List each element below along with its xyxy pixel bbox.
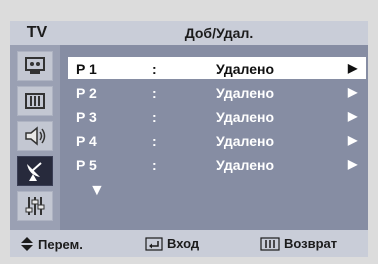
channel-row-p3[interactable]: P 3 : Удалено ▶ xyxy=(68,105,366,127)
channel-separator: : xyxy=(152,133,157,149)
enter-label: Вход xyxy=(167,236,200,251)
channel-row-p2[interactable]: P 2 : Удалено ▶ xyxy=(68,81,366,103)
channel-separator: : xyxy=(152,157,157,173)
channel-separator: : xyxy=(152,85,157,101)
channel-number: P 5 xyxy=(76,157,97,173)
arrow-right-icon: ▶ xyxy=(348,61,358,75)
channel-status: Удалено xyxy=(216,133,275,149)
arrow-right-icon: ▶ xyxy=(348,157,358,171)
menu-sidebar xyxy=(10,45,60,230)
move-label: Перем. xyxy=(38,236,83,252)
arrow-right-icon: ▶ xyxy=(348,133,358,147)
channel-row-p4[interactable]: P 4 : Удалено ▶ xyxy=(68,129,366,151)
up-down-arrows-icon xyxy=(21,237,33,251)
menu-footer: Перем. Вход Возврат xyxy=(10,230,368,257)
arrow-right-icon: ▶ xyxy=(348,109,358,123)
picture-icon[interactable] xyxy=(17,51,53,81)
channel-row-p5[interactable]: P 5 : Удалено ▶ xyxy=(68,153,366,175)
return-label: Возврат xyxy=(284,236,338,251)
channel-separator: : xyxy=(152,109,157,125)
channel-row-p1[interactable]: P 1 : Удалено ▶ xyxy=(68,57,366,79)
return-hint: Возврат xyxy=(260,236,337,251)
channel-number: P 3 xyxy=(76,109,97,125)
menu-header: TV Доб/Удал. xyxy=(10,21,368,45)
channel-status: Удалено xyxy=(216,157,275,173)
channel-separator: : xyxy=(152,61,157,77)
channel-number: P 4 xyxy=(76,133,97,149)
channel-number: P 2 xyxy=(76,85,97,101)
channel-number: P 1 xyxy=(76,61,97,77)
settings-sliders-icon[interactable] xyxy=(17,191,53,221)
enter-icon xyxy=(145,236,163,251)
channel-status: Удалено xyxy=(216,109,275,125)
scroll-down-icon[interactable]: ▼ xyxy=(89,182,105,200)
channel-add-delete-menu: TV Доб/Удал. P 1: Удалено ▶ P 2: Удале… xyxy=(10,21,368,257)
channel-status: Удалено xyxy=(216,61,275,77)
satellite-dish-icon[interactable] xyxy=(17,156,53,186)
tv-mode-label: TV xyxy=(26,24,48,41)
move-hint: Перем. xyxy=(20,236,83,252)
arrow-right-icon: ▶ xyxy=(348,85,358,99)
menu-title: Доб/Удал. xyxy=(184,25,254,41)
setup-menu-icon[interactable] xyxy=(17,86,53,116)
channel-status: Удалено xyxy=(216,85,275,101)
enter-hint: Вход xyxy=(145,236,199,251)
channel-list: P 1 : Удалено ▶ P 2 : Удалено ▶ P 3 : Уд… xyxy=(60,45,368,230)
menu-button-icon xyxy=(260,236,280,251)
speaker-icon[interactable] xyxy=(17,121,53,151)
